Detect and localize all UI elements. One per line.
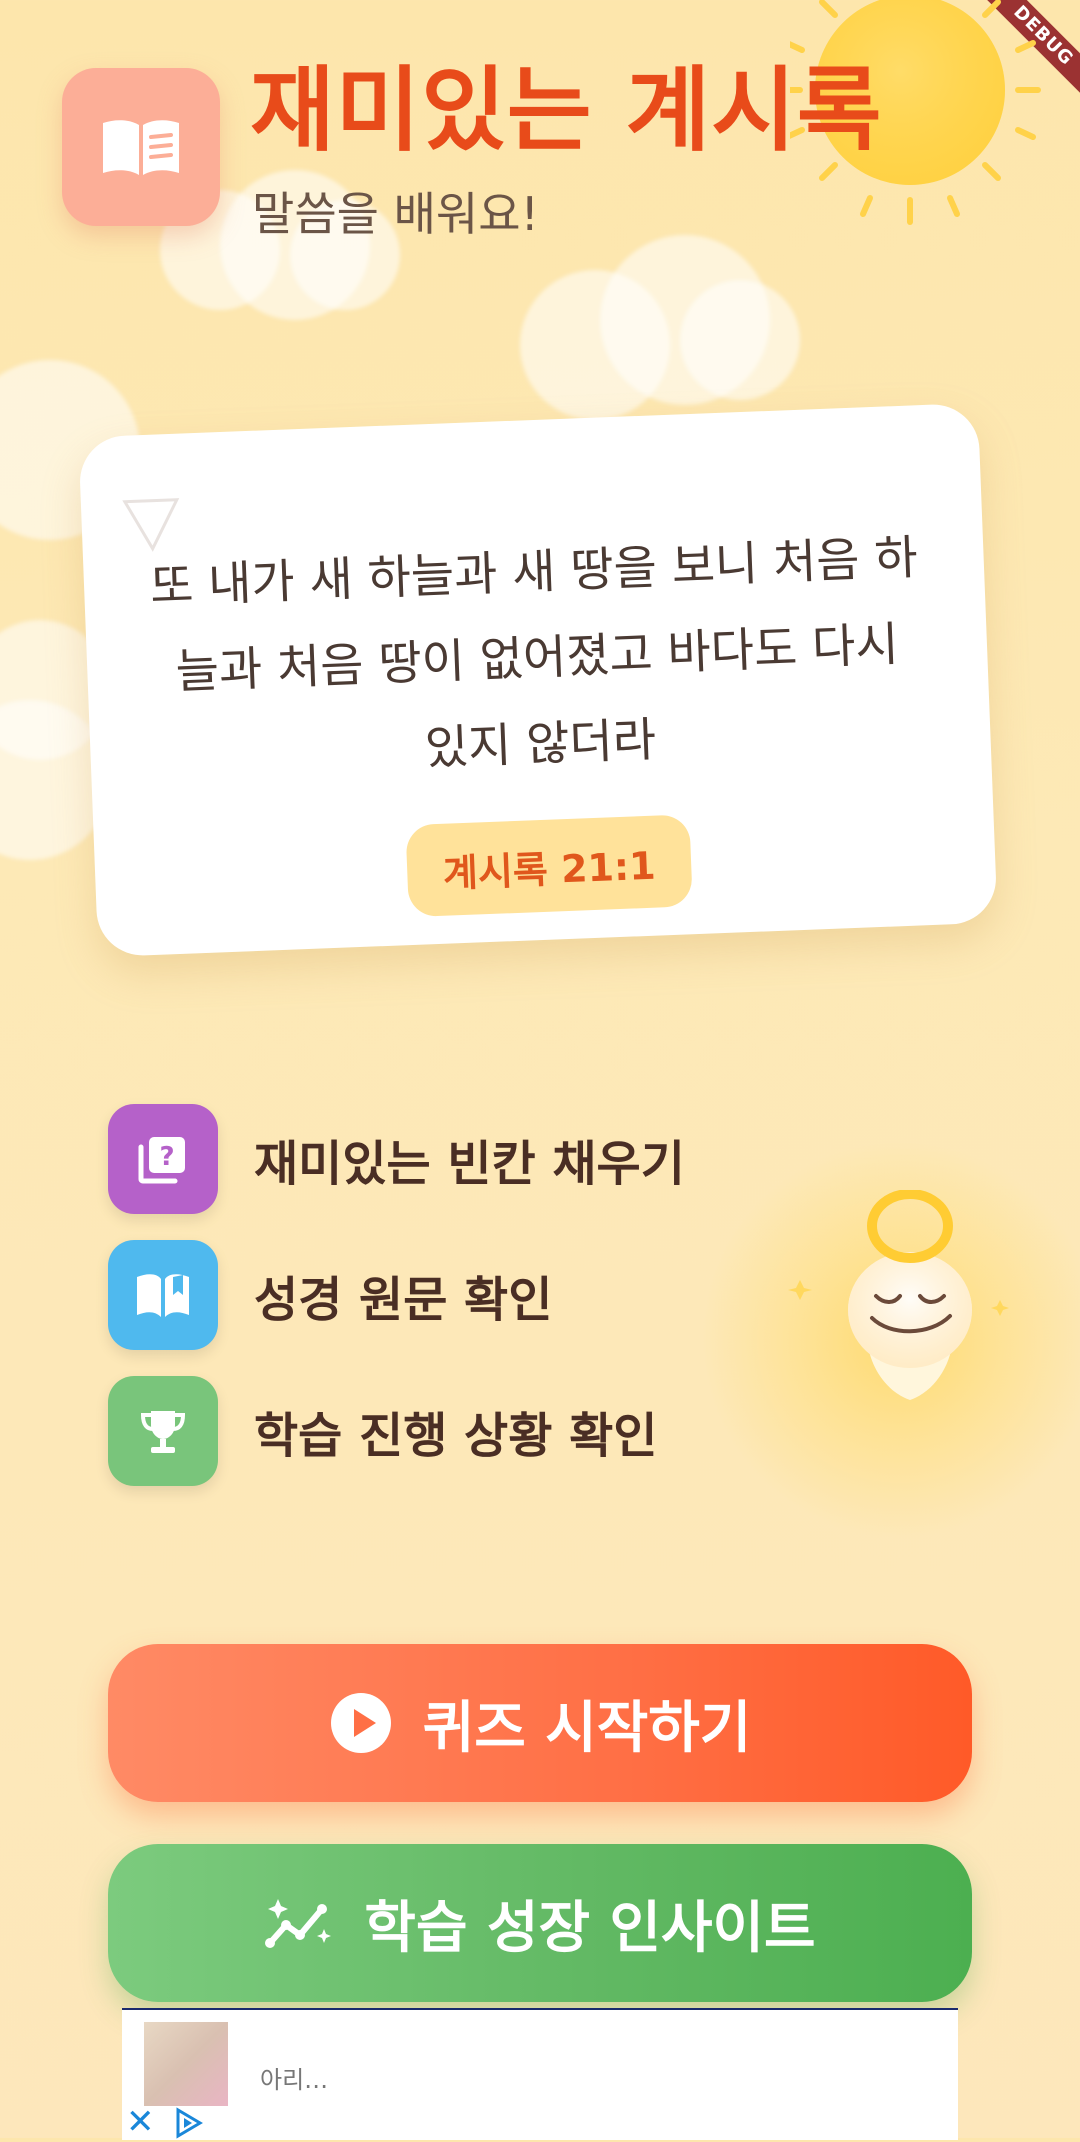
feature-label: 성경 원문 확인 (254, 1272, 553, 1328)
ad-banner[interactable]: 아리… ✕ (122, 2008, 958, 2142)
feature-progress[interactable]: 학습 진행 상황 확인 (108, 1376, 657, 1486)
learning-insight-button[interactable]: 학습 성장 인사이트 (108, 1844, 972, 2002)
feature-label: 학습 진행 상황 확인 (254, 1408, 658, 1464)
start-quiz-button[interactable]: 퀴즈 시작하기 (108, 1644, 972, 1802)
ad-close-icon[interactable]: ✕ (126, 2102, 155, 2142)
app-title: 재미있는 계시록 (250, 57, 883, 164)
trophy-icon (108, 1376, 218, 1486)
verse-text: 또 내가 새 하늘과 새 땅을 보니 처음 하늘과 처음 땅이 없어졌고 바다도… (149, 530, 919, 777)
verse-reference: 계시록 21:1 (405, 814, 693, 918)
learning-insight-label: 학습 성장 인사이트 (364, 1895, 816, 1961)
angel-mascot-icon (788, 1190, 1009, 1400)
start-quiz-label: 퀴즈 시작하기 (422, 1695, 752, 1761)
play-icon (329, 1691, 393, 1755)
feature-original-text[interactable]: 성경 원문 확인 (108, 1240, 552, 1350)
feature-fill-blank[interactable]: ? 재미있는 빈칸 채우기 (108, 1104, 685, 1214)
feature-label: 재미있는 빈칸 채우기 (254, 1136, 685, 1192)
ad-text[interactable]: 아리… (260, 2060, 328, 2095)
book-icon (103, 120, 179, 175)
ad-choices-icon[interactable] (172, 2106, 206, 2140)
quiz-card-icon: ? (108, 1104, 218, 1214)
app-logo (62, 68, 220, 226)
svg-text:?: ? (159, 1142, 174, 1172)
app-subtitle: 말씀을 배워요! (252, 187, 539, 241)
open-book-icon (108, 1240, 218, 1350)
sparkle-chart-icon (264, 1893, 334, 1953)
ad-thumbnail[interactable] (144, 2022, 228, 2106)
verse-card: 또 내가 새 하늘과 새 땅을 보니 처음 하늘과 처음 땅이 없어졌고 바다도… (78, 402, 998, 958)
